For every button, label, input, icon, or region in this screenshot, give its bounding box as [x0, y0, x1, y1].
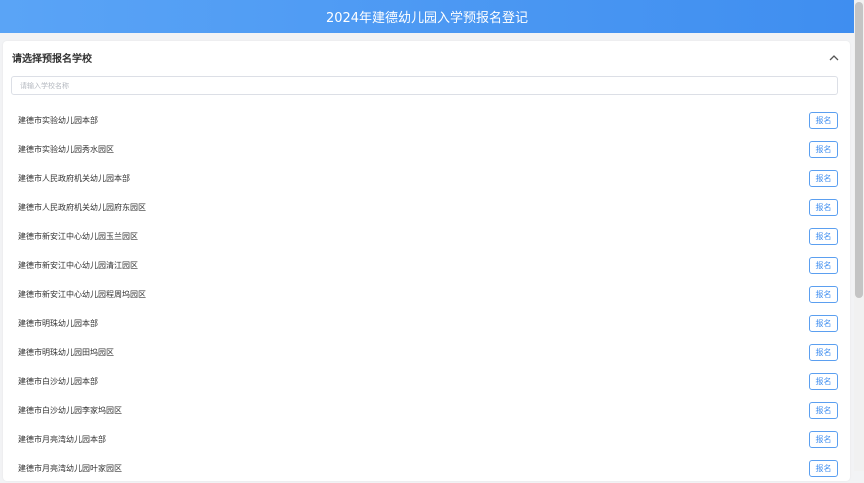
school-name: 建德市实验幼儿园秀水园区	[18, 145, 114, 154]
register-button[interactable]: 报名	[809, 257, 838, 274]
school-name: 建德市新安江中心幼儿园程周坞园区	[18, 290, 146, 299]
page-header: 2024年建德幼儿园入学预报名登记	[0, 0, 854, 33]
school-name: 建德市白沙幼儿园本部	[18, 377, 98, 386]
school-list-item: 建德市新安江中心幼儿园玉兰园区 报名	[3, 222, 850, 251]
panel-header[interactable]: 请选择预报名学校	[3, 41, 850, 71]
chevron-up-icon[interactable]	[828, 49, 840, 61]
register-button[interactable]: 报名	[809, 228, 838, 245]
school-list: 建德市实验幼儿园本部 报名 建德市实验幼儿园秀水园区 报名 建德市人民政府机关幼儿园本部…	[3, 106, 850, 483]
page-scrollbar[interactable]	[854, 0, 864, 471]
register-button[interactable]: 报名	[809, 344, 838, 361]
register-button[interactable]: 报名	[809, 170, 838, 187]
school-list-item: 建德市月亮湾幼儿园本部 报名	[3, 425, 850, 454]
register-button[interactable]: 报名	[809, 373, 838, 390]
school-name: 建德市明珠幼儿园本部	[18, 319, 98, 328]
school-list-item: 建德市新安江中心幼儿园清江园区 报名	[3, 251, 850, 280]
school-name: 建德市人民政府机关幼儿园府东园区	[18, 203, 146, 212]
register-button[interactable]: 报名	[809, 402, 838, 419]
school-list-item: 建德市明珠幼儿园田坞园区 报名	[3, 338, 850, 367]
school-name: 建德市实验幼儿园本部	[18, 116, 98, 125]
school-name: 建德市明珠幼儿园田坞园区	[18, 348, 114, 357]
school-name: 建德市新安江中心幼儿园玉兰园区	[18, 232, 138, 241]
school-list-item: 建德市新安江中心幼儿园程周坞园区 报名	[3, 280, 850, 309]
school-name: 建德市人民政府机关幼儿园本部	[18, 174, 130, 183]
school-name: 建德市白沙幼儿园李家坞园区	[18, 406, 122, 415]
school-list-item: 建德市实验幼儿园秀水园区 报名	[3, 135, 850, 164]
register-button[interactable]: 报名	[809, 141, 838, 158]
school-name: 建德市新安江中心幼儿园清江园区	[18, 261, 138, 270]
register-button[interactable]: 报名	[809, 431, 838, 448]
school-name: 建德市月亮湾幼儿园叶家园区	[18, 464, 122, 473]
school-select-panel: 请选择预报名学校 建德市实验幼儿园本部报名建德市实验幼儿园秀水园区报名建德市人民…	[3, 41, 850, 481]
school-list-item: 建德市人民政府机关幼儿园府东园区 报名	[3, 193, 850, 222]
school-search-input[interactable]	[11, 76, 838, 95]
register-button[interactable]: 报名	[809, 315, 838, 332]
register-button[interactable]: 报名	[809, 460, 838, 477]
school-list-item: 建德市人民政府机关幼儿园本部 报名	[3, 164, 850, 193]
school-list-item: 建德市白沙幼儿园本部 报名	[3, 367, 850, 396]
school-list-item: 建德市月亮湾幼儿园叶家园区 报名	[3, 454, 850, 483]
page-title: 2024年建德幼儿园入学预报名登记	[325, 11, 529, 26]
school-name: 建德市月亮湾幼儿园本部	[18, 435, 106, 444]
register-button[interactable]: 报名	[809, 112, 838, 129]
school-list-item: 建德市白沙幼儿园李家坞园区 报名	[3, 396, 850, 425]
scrollbar-thumb[interactable]	[855, 2, 863, 298]
panel-title: 请选择预报名学校	[12, 54, 92, 65]
school-list-item: 建德市实验幼儿园本部 报名	[3, 106, 850, 135]
register-button[interactable]: 报名	[809, 286, 838, 303]
register-button[interactable]: 报名	[809, 199, 838, 216]
school-list-item: 建德市明珠幼儿园本部 报名	[3, 309, 850, 338]
